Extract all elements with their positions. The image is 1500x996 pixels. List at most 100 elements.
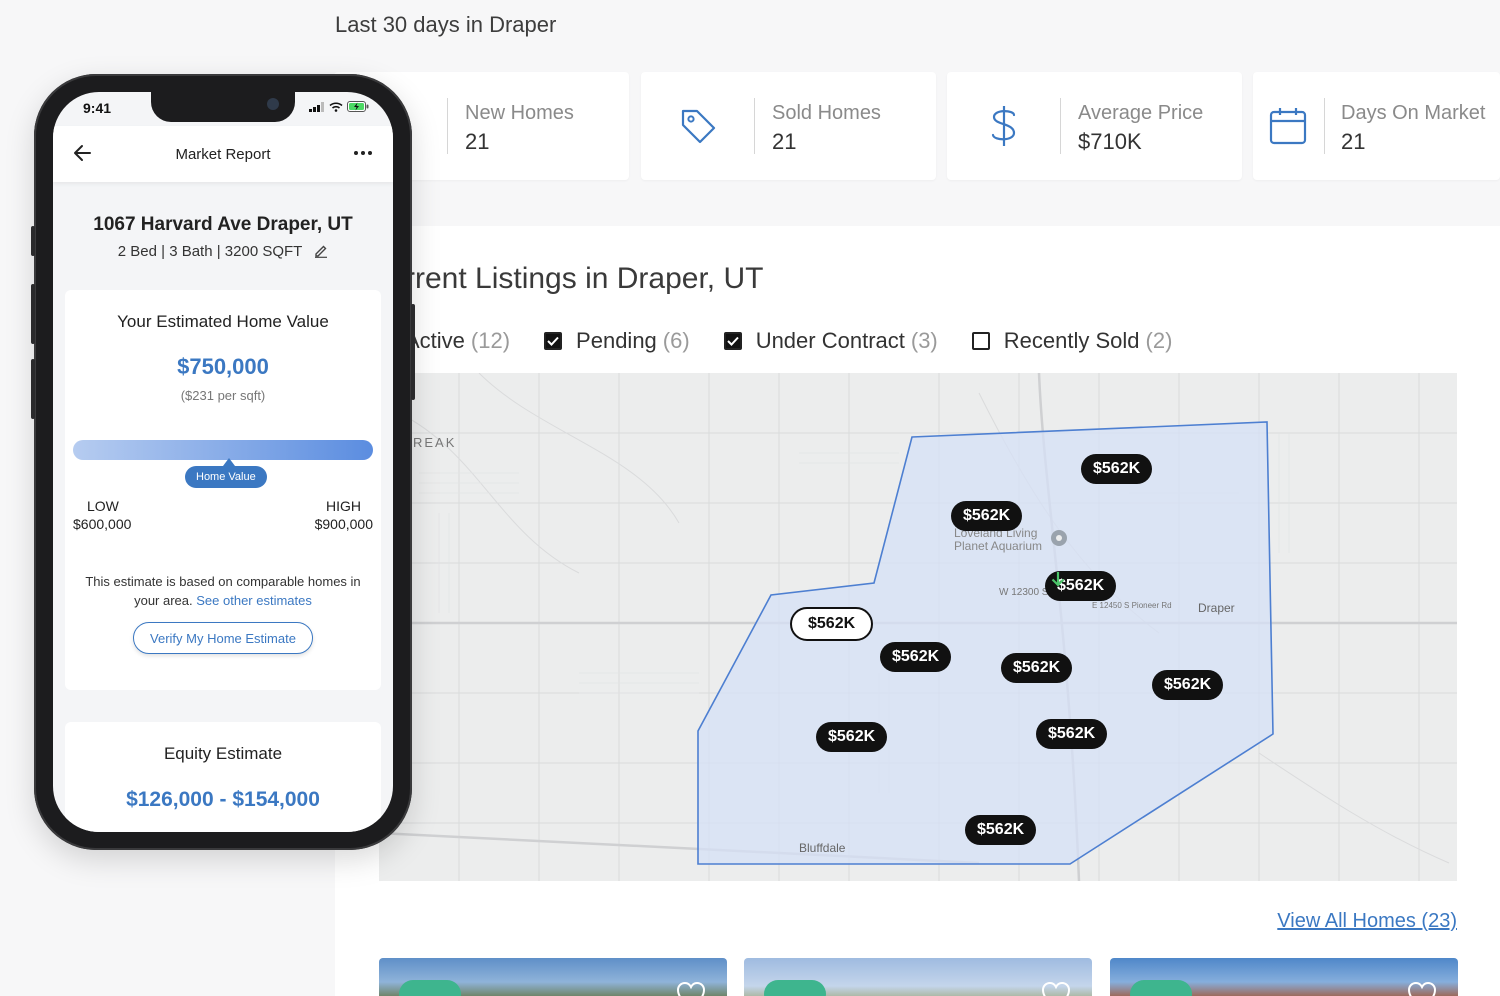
property-specs: 2 Bed | 3 Bath | 3200 SQFT [53, 243, 393, 260]
map-area-label: REAK [413, 435, 457, 450]
high-value: $900,000 [314, 516, 373, 532]
stat-value: 21 [772, 129, 797, 154]
filter-label: Pending [576, 328, 657, 353]
low-label: LOW [87, 498, 119, 514]
stat-card-average-price: Average Price $710K [947, 72, 1242, 180]
more-options-icon[interactable] [353, 142, 373, 164]
map-price-pin-trend[interactable]: $562K [1045, 571, 1117, 601]
filter-count: (3) [910, 328, 938, 353]
camera-icon [267, 98, 279, 110]
listings-title: rrent Listings in Draper, UT [405, 262, 764, 295]
stat-divider [447, 98, 448, 154]
stat-divider [1060, 98, 1061, 154]
map-background [379, 373, 1457, 881]
new-badge [764, 980, 826, 996]
value-range-bar [73, 440, 373, 460]
status-time: 9:41 [83, 100, 112, 116]
view-all-homes-link[interactable]: View All Homes (23) [1277, 910, 1457, 933]
calendar-icon [1253, 72, 1323, 180]
listing-filters: Active (12) Pending (6) Under Contract (… [405, 328, 1206, 354]
stat-divider [754, 98, 755, 154]
map-price-pin[interactable]: $562K [880, 642, 952, 672]
phone-mockup: 9:41 Market Report 1067 Harvard Ave Drap… [31, 74, 415, 850]
new-badge [399, 980, 461, 996]
arrow-down-icon [1051, 572, 1065, 587]
dollar-icon [947, 72, 1061, 180]
app-bar: Market Report [53, 126, 393, 182]
phone-side-button [411, 304, 415, 400]
map-price-pin[interactable]: $562K [965, 815, 1037, 845]
map-city-label: Bluffdale [799, 841, 846, 855]
heart-icon[interactable] [675, 980, 707, 996]
signal-icon [309, 101, 324, 112]
stat-label: Days On Market [1341, 102, 1486, 124]
edit-pencil-icon[interactable] [314, 244, 328, 258]
new-badge [1130, 980, 1192, 996]
stat-label: New Homes [465, 102, 574, 124]
low-estimate: LOW $600,000 [73, 498, 131, 532]
checkbox-unchecked-icon[interactable] [971, 332, 990, 350]
map-price-pin-selected[interactable]: $562K [790, 607, 874, 641]
app-bar-title: Market Report [175, 146, 271, 163]
filter-pending[interactable]: Pending (6) [544, 328, 690, 354]
listings-map[interactable]: REAK Loveland Living Planet Aquarium Dra… [379, 373, 1457, 881]
page-title: Last 30 days in Draper [335, 12, 557, 37]
map-price-pin[interactable]: $562K [1081, 454, 1153, 484]
map-city-label: Draper [1198, 601, 1235, 615]
map-price-pin[interactable]: $562K [1152, 670, 1224, 700]
filter-under-contract[interactable]: Under Contract (3) [723, 328, 938, 354]
home-card[interactable] [1110, 958, 1458, 996]
high-label: HIGH [326, 498, 361, 514]
battery-charging-icon [347, 101, 369, 112]
phone-notch [151, 92, 295, 122]
estimated-value-card: Your Estimated Home Value $750,000 ($231… [65, 290, 381, 690]
stat-value: $710K [1078, 129, 1142, 154]
home-value-marker: Home Value [185, 466, 267, 488]
stat-label: Sold Homes [772, 102, 881, 124]
verify-estimate-button[interactable]: Verify My Home Estimate [133, 622, 313, 654]
filter-label: Under Contract [755, 328, 905, 353]
stat-label: Average Price [1078, 102, 1204, 124]
filter-count: (6) [662, 328, 690, 353]
stat-card-days-on-market: Days On Market 21 [1253, 72, 1500, 180]
phone-screen: 9:41 Market Report 1067 Harvard Ave Drap… [53, 92, 393, 832]
low-value: $600,000 [73, 516, 132, 532]
stat-divider [1324, 98, 1325, 154]
equity-title: Equity Estimate [163, 744, 283, 763]
home-card[interactable] [744, 958, 1092, 996]
property-address: 1067 Harvard Ave Draper, UT [93, 214, 353, 235]
stat-card-sold-homes: Sold Homes 21 [641, 72, 936, 180]
equity-value: $126,000 - $154,000 [126, 788, 320, 811]
filter-recently-sold[interactable]: Recently Sold (2) [971, 328, 1173, 354]
listings-panel: rrent Listings in Draper, UT Active (12)… [335, 226, 1500, 996]
price-per-sqft: ($231 per sqft) [180, 388, 266, 403]
stat-value: 21 [1341, 129, 1366, 154]
value-marker-arrow [223, 458, 235, 466]
property-specs-text: 2 Bed | 3 Bath | 3200 SQFT [117, 243, 303, 260]
checkbox-checked-icon[interactable] [723, 332, 742, 350]
map-street-label: E 12450 S Pioneer Rd [1092, 601, 1172, 610]
value-card-title: Your Estimated Home Value [117, 312, 329, 331]
heart-icon[interactable] [1040, 980, 1072, 996]
map-price-pin[interactable]: $562K [1036, 719, 1108, 749]
home-card[interactable] [379, 958, 727, 996]
heart-icon[interactable] [1406, 980, 1438, 996]
filter-label: Recently Sold [1003, 328, 1140, 353]
stat-value: 21 [465, 129, 490, 154]
filter-count: (12) [470, 328, 511, 353]
high-estimate: HIGH $900,000 [315, 498, 373, 532]
see-other-estimates-link[interactable]: See other estimates [196, 593, 312, 608]
map-price-pin[interactable]: $562K [951, 501, 1023, 531]
map-price-pin[interactable]: $562K [1001, 653, 1073, 683]
filter-count: (2) [1145, 328, 1173, 353]
price-tag-icon [641, 72, 755, 180]
estimated-value: $750,000 [177, 354, 269, 379]
map-price-pin[interactable]: $562K [816, 722, 888, 752]
phone-side-button [31, 226, 35, 256]
checkbox-checked-icon[interactable] [544, 332, 563, 350]
phone-side-button [31, 284, 35, 344]
equity-estimate-card: Equity Estimate $126,000 - $154,000 [65, 722, 381, 832]
filter-active[interactable]: Active (12) [405, 328, 510, 354]
map-street-label: W 12300 S [999, 587, 1049, 598]
estimate-note: This estimate is based on comparable hom… [75, 572, 371, 610]
